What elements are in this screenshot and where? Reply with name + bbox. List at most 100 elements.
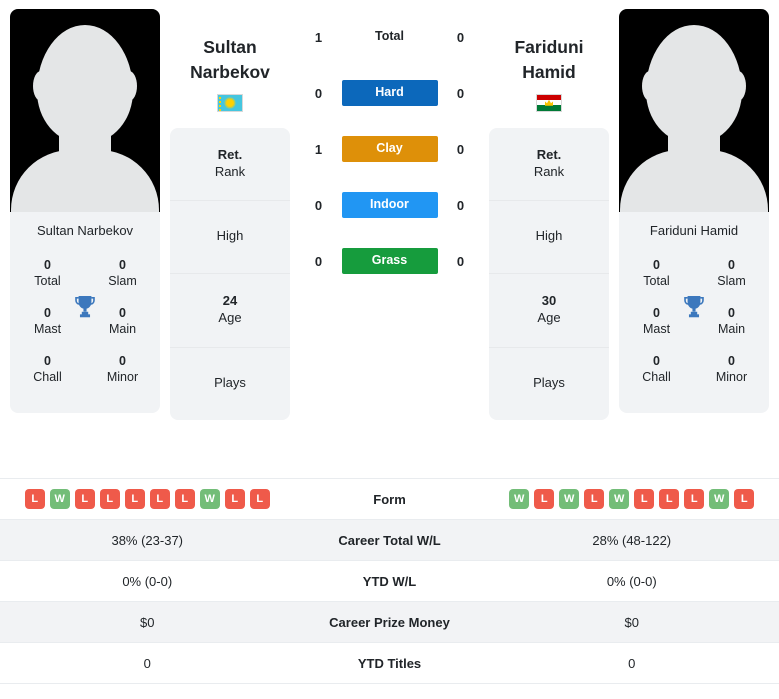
h2h-indoor-badge[interactable]: Indoor bbox=[341, 192, 438, 218]
left-ytd-wl: 0% (0-0) bbox=[122, 573, 173, 589]
right-form-cell: WLWLWLLLWL bbox=[485, 489, 779, 509]
info-age-label: Age bbox=[537, 310, 561, 326]
info-rank-label: Rank bbox=[214, 163, 246, 179]
titles-chall-label: Chall bbox=[33, 370, 62, 384]
titles-total-value: 0 bbox=[44, 258, 51, 272]
left-form-strip: LWLLLLLWLL bbox=[8, 489, 287, 509]
h2h-grass-badge[interactable]: Grass bbox=[341, 248, 438, 274]
left-player-photo bbox=[10, 9, 160, 212]
form-badge-l[interactable]: L bbox=[24, 489, 45, 509]
form-badge-l[interactable]: L bbox=[684, 489, 705, 509]
right-player-card[interactable]: Fariduni Hamid 0 Total 0 Slam 0 Mast 0 M… bbox=[619, 9, 769, 413]
titles-minor-label: Minor bbox=[106, 370, 139, 384]
titles-minor: 0 Minor bbox=[85, 347, 160, 395]
info-plays-label: Plays bbox=[533, 375, 565, 391]
form-badge-l[interactable]: L bbox=[734, 489, 755, 509]
form-badge-w[interactable]: W bbox=[559, 489, 580, 509]
form-badge-l[interactable]: L bbox=[249, 489, 270, 509]
titles-chall-value: 0 bbox=[653, 354, 660, 368]
titles-minor-value: 0 bbox=[728, 354, 735, 368]
h2h-row-clay: 1 Clay 0 bbox=[294, 121, 485, 177]
left-player-titles-grid: 0 Total 0 Slam 0 Mast 0 Main 0 Chall 0 M… bbox=[10, 251, 160, 413]
form-badge-l[interactable]: L bbox=[174, 489, 195, 509]
titles-total-value: 0 bbox=[653, 258, 660, 272]
form-badge-l[interactable]: L bbox=[584, 489, 605, 509]
info-plays: Plays bbox=[170, 348, 290, 420]
titles-total-label: Total bbox=[34, 274, 61, 288]
tajikistan-flag-icon bbox=[536, 93, 562, 112]
h2h-total-label: Total bbox=[375, 29, 404, 44]
titles-total: 0 Total bbox=[10, 251, 85, 299]
row-label-form: Form bbox=[373, 491, 406, 507]
form-badge-w[interactable]: W bbox=[199, 489, 220, 509]
left-player-photo-name: Sultan Narbekov bbox=[36, 223, 134, 238]
left-ytd-titles: 0 bbox=[143, 655, 151, 671]
titles-main-label: Main bbox=[717, 322, 746, 336]
comparison-header: Sultan Narbekov 0 Total 0 Slam 0 Mast 0 … bbox=[0, 0, 779, 478]
titles-main: 0 Main bbox=[85, 299, 160, 347]
titles-main-value: 0 bbox=[119, 306, 126, 320]
form-badge-l[interactable]: L bbox=[634, 489, 655, 509]
info-age: 30 Age bbox=[489, 274, 609, 349]
right-player-first-name: Fariduni bbox=[514, 37, 584, 57]
titles-mast-value: 0 bbox=[653, 306, 660, 320]
titles-slam-value: 0 bbox=[119, 258, 126, 272]
titles-main: 0 Main bbox=[694, 299, 769, 347]
h2h-indoor-left-score: 0 bbox=[314, 197, 323, 213]
info-plays-label: Plays bbox=[214, 375, 246, 391]
head-to-head-column: 1 Total 0 0 Hard 0 1 Clay 0 0 Indoor 0 0 bbox=[290, 9, 489, 289]
right-player-titles-grid: 0 Total 0 Slam 0 Mast 0 Main 0 Chall 0 M… bbox=[619, 251, 769, 413]
h2h-clay-right-score: 0 bbox=[456, 141, 465, 157]
left-career-prize-money: $0 bbox=[140, 614, 155, 630]
form-badge-l[interactable]: L bbox=[149, 489, 170, 509]
info-age-label: Age bbox=[218, 310, 242, 326]
row-label-ytd-titles: YTD Titles bbox=[357, 655, 422, 671]
h2h-row-indoor: 0 Indoor 0 bbox=[294, 177, 485, 233]
kazakhstan-flag-icon bbox=[217, 93, 243, 112]
h2h-row-total: 1 Total 0 bbox=[294, 9, 485, 65]
table-row-ytd-titles: 0 YTD Titles 0 bbox=[0, 643, 779, 684]
info-rank-label: Rank bbox=[533, 163, 565, 179]
titles-slam-label: Slam bbox=[108, 274, 137, 288]
form-badge-l[interactable]: L bbox=[534, 489, 555, 509]
form-badge-l[interactable]: L bbox=[99, 489, 120, 509]
h2h-total-left-score: 1 bbox=[314, 29, 323, 45]
avatar-ear-left-icon bbox=[33, 71, 49, 101]
table-row-career-total-wl: 38% (23-37) Career Total W/L 28% (48-122… bbox=[0, 520, 779, 561]
form-badge-l[interactable]: L bbox=[124, 489, 145, 509]
form-badge-w[interactable]: W bbox=[609, 489, 630, 509]
h2h-total-right-score: 0 bbox=[456, 29, 465, 45]
titles-main-value: 0 bbox=[728, 306, 735, 320]
avatar-ear-right-icon bbox=[730, 71, 746, 101]
h2h-hard-right-score: 0 bbox=[456, 85, 465, 101]
form-badge-l[interactable]: L bbox=[659, 489, 680, 509]
h2h-grass-right-score: 0 bbox=[456, 253, 465, 269]
info-high-label: High bbox=[216, 228, 244, 244]
form-badge-l[interactable]: L bbox=[224, 489, 245, 509]
form-badge-l[interactable]: L bbox=[74, 489, 95, 509]
titles-mast-label: Mast bbox=[642, 322, 671, 336]
info-high: High bbox=[489, 201, 609, 275]
h2h-row-grass: 0 Grass 0 bbox=[294, 233, 485, 289]
form-badge-w[interactable]: W bbox=[709, 489, 730, 509]
h2h-indoor-right-score: 0 bbox=[456, 197, 465, 213]
form-badge-w[interactable]: W bbox=[509, 489, 530, 509]
left-player-header: Sultan Narbekov bbox=[170, 9, 290, 112]
h2h-clay-badge[interactable]: Clay bbox=[341, 136, 438, 162]
avatar-ear-right-icon bbox=[121, 71, 137, 101]
h2h-row-hard: 0 Hard 0 bbox=[294, 65, 485, 121]
avatar-body-icon bbox=[11, 150, 159, 212]
h2h-hard-badge[interactable]: Hard bbox=[341, 80, 438, 106]
titles-total-label: Total bbox=[643, 274, 670, 288]
trophy-icon bbox=[75, 296, 95, 318]
right-form-strip: WLWLWLLLWL bbox=[493, 489, 772, 509]
left-player-card[interactable]: Sultan Narbekov 0 Total 0 Slam 0 Mast 0 … bbox=[10, 9, 160, 413]
right-player-info-column: Fariduni Hamid Ret. Rank High 30 Age Pla… bbox=[489, 9, 609, 421]
form-badge-w[interactable]: W bbox=[49, 489, 70, 509]
titles-chall-label: Chall bbox=[642, 370, 671, 384]
h2h-hard-left-score: 0 bbox=[314, 85, 323, 101]
right-ytd-wl: 0% (0-0) bbox=[606, 573, 657, 589]
titles-minor: 0 Minor bbox=[694, 347, 769, 395]
titles-chall: 0 Chall bbox=[10, 347, 85, 395]
titles-total: 0 Total bbox=[619, 251, 694, 299]
